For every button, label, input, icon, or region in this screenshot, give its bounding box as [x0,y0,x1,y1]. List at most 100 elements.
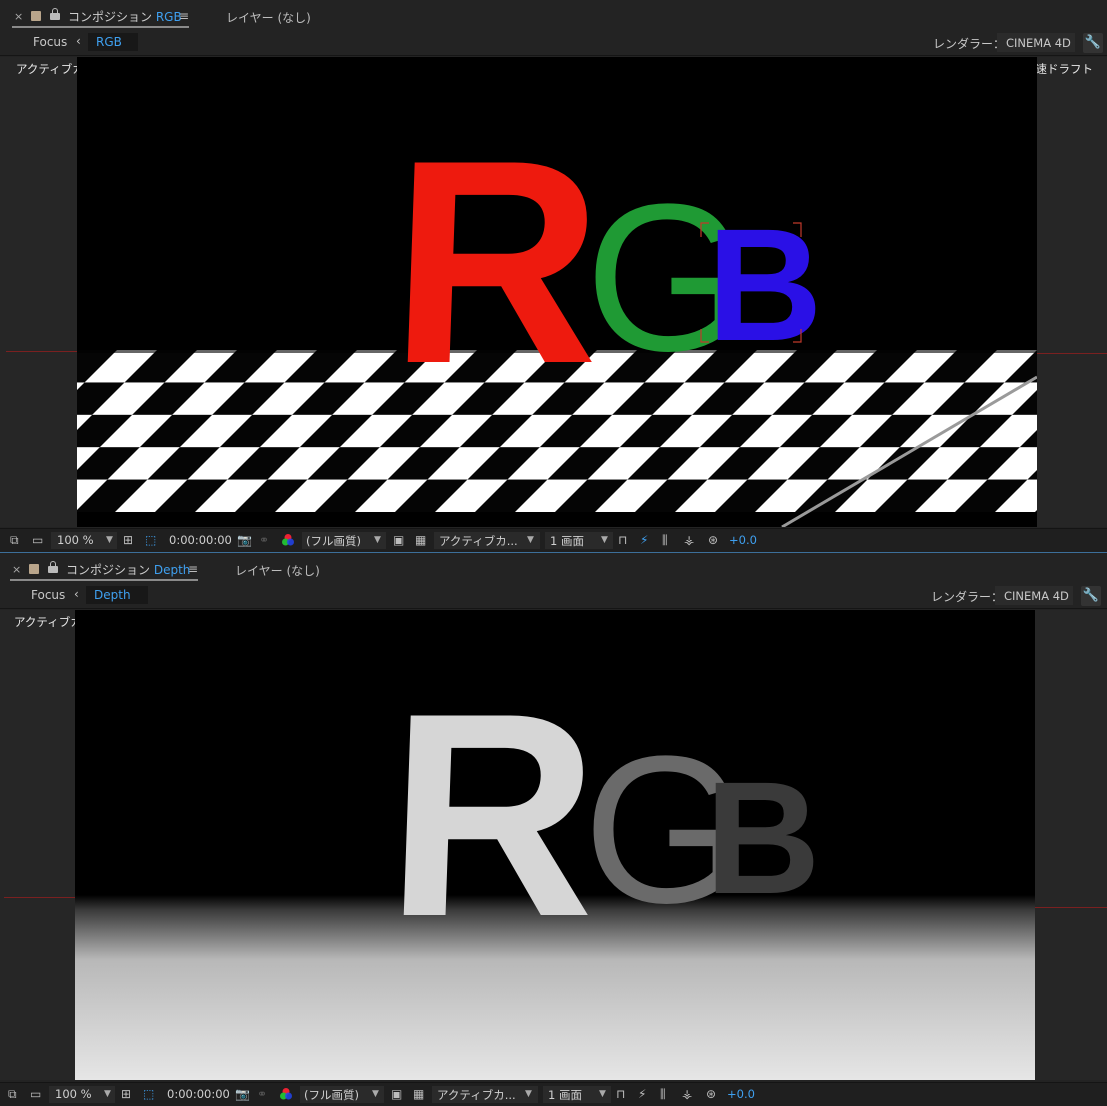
renderer-select[interactable]: CINEMA 4D [995,586,1073,605]
tab-prefix: コンポジション [66,563,154,577]
render-canvas: R G B [75,610,1035,1080]
active-tab-underline [12,26,189,28]
viewer-status-bar: ⧉ ▭ 100 % ▼ ⊞ ⬚ 0:00:00:00 📷 ⚭ (フル画質) ▼ … [0,528,1107,552]
camera-snapshot-icon[interactable]: 📷 [237,533,252,547]
camera-view-value: アクティブカ... [437,1088,516,1102]
camera-view-value: アクティブカ... [439,534,518,548]
view-layout-value: 1 画面 [550,534,584,548]
exposure-icon[interactable]: ⊛ [706,1087,716,1101]
breadcrumb-comp[interactable]: Depth [86,586,148,604]
composition-panel-rgb: × コンポジション RGB ≡ レイヤー (なし) Focus ‹ RGB レン… [0,0,1107,553]
guide-line-right [1037,353,1107,354]
chevron-down-icon: ▼ [601,535,608,545]
composition-viewer[interactable]: アクティブカメラ 高速ドラフト R G B [0,57,1107,527]
guide-line-left [6,351,77,352]
tab-comp-name: RGB [155,10,182,24]
panel-menu-icon[interactable]: ≡ [179,9,189,23]
mask-visibility-icon[interactable]: ⬚ [143,1087,154,1101]
depth-render: R G B [75,653,1035,1080]
chevron-left-icon[interactable]: ‹ [76,34,81,48]
grid-guide-icon[interactable]: ⊞ [123,533,133,547]
active-tab-underline [10,579,198,581]
toggle-pixel-aspect-icon[interactable]: ⊓ [616,1087,625,1101]
rgb-render: R G B [77,100,1037,527]
wrench-icon[interactable]: 🔧 [1081,586,1101,606]
camera-snapshot-icon[interactable]: 📷 [235,1087,250,1101]
composition-panel-depth: × コンポジション Depth ≡ レイヤー (なし) Focus ‹ Dept… [0,553,1107,1106]
chevron-down-icon: ▼ [372,1089,379,1099]
chevron-left-icon[interactable]: ‹ [74,587,79,601]
viewer-status-bar: ⧉ ▭ 100 % ▼ ⊞ ⬚ 0:00:00:00 📷 ⚭ (フル画質) ▼ … [0,1082,1107,1106]
letter-r: R [382,653,603,977]
tab-composition-rgb[interactable]: コンポジション RGB [68,8,182,25]
transparency-grid-icon[interactable]: ▦ [415,533,426,547]
flowchart-icon[interactable]: ⚶ [682,1087,692,1101]
renderer-select[interactable]: CINEMA 4D [997,33,1075,52]
label-color-swatch[interactable] [31,11,41,21]
mask-visibility-icon[interactable]: ⬚ [145,533,156,547]
focus-bar: Focus ‹ Depth レンダラー： CINEMA 4D 🔧 [0,583,1107,609]
renderer-label: レンダラー： [933,37,1006,51]
always-preview-icon[interactable]: ⧉ [8,1087,17,1102]
grid-guide-icon[interactable]: ⊞ [121,1087,131,1101]
monitor-icon[interactable]: ▭ [30,1087,41,1101]
timecode[interactable]: 0:00:00:00 [169,533,232,547]
color-channels-icon[interactable] [279,1087,293,1104]
fast-previews-icon[interactable]: ⚡ [640,533,648,547]
close-tab-icon[interactable]: × [14,10,23,23]
panel-tab-bar: × コンポジション RGB ≡ レイヤー (なし) [0,4,1107,28]
always-preview-icon[interactable]: ⧉ [10,533,19,548]
letter-b: B [707,195,823,374]
chevron-down-icon: ▼ [525,1089,532,1099]
view-layout-value: 1 画面 [548,1088,582,1102]
renderer-label: レンダラー： [931,590,1004,604]
letter-b: B [705,748,821,927]
exposure-icon[interactable]: ⊛ [708,533,718,547]
tab-prefix: コンポジション [68,10,156,24]
chevron-down-icon: ▼ [527,535,534,545]
guide-line-right [1035,907,1107,908]
focus-label: Focus [31,588,66,602]
region-of-interest-icon[interactable]: ▣ [393,533,404,547]
resolution-value: (フル画質) [304,1088,359,1102]
composition-viewer[interactable]: アクティブカメラ R G B [0,610,1107,1080]
lock-icon[interactable] [50,8,60,20]
breadcrumb-comp[interactable]: RGB [88,33,138,51]
guide-line-left [4,897,75,898]
flowchart-icon[interactable]: ⚶ [684,533,694,547]
region-of-interest-icon[interactable]: ▣ [391,1087,402,1101]
focus-label: Focus [33,35,68,49]
resolution-value: (フル画質) [306,534,361,548]
toggle-pixel-aspect-icon[interactable]: ⊓ [618,533,627,547]
timecode[interactable]: 0:00:00:00 [167,1087,230,1101]
fast-previews-icon[interactable]: ⚡ [638,1087,646,1101]
show-snapshot-icon[interactable]: ⚭ [257,1087,267,1101]
wrench-icon[interactable]: 🔧 [1083,33,1103,53]
focus-bar: Focus ‹ RGB レンダラー： CINEMA 4D 🔧 [0,30,1107,56]
chevron-down-icon: ▼ [104,1089,111,1099]
tab-composition-depth[interactable]: コンポジション Depth [66,561,190,578]
render-canvas: R G B [77,57,1037,527]
panel-menu-icon[interactable]: ≡ [188,562,198,576]
zoom-value: 100 % [57,533,94,547]
tab-layer[interactable]: レイヤー (なし) [235,562,320,579]
tab-layer[interactable]: レイヤー (なし) [226,9,311,26]
panel-tab-bar: × コンポジション Depth ≡ レイヤー (なし) [0,557,1107,581]
exposure-value[interactable]: +0.0 [729,533,757,547]
timeline-icon[interactable]: ⫼ [662,533,668,548]
chevron-down-icon: ▼ [374,535,381,545]
timeline-icon[interactable]: ⫼ [660,1087,666,1102]
lock-icon[interactable] [48,561,58,573]
chevron-down-icon: ▼ [106,535,113,545]
letter-r: R [386,100,607,424]
zoom-value: 100 % [55,1087,92,1101]
color-channels-icon[interactable] [281,533,295,550]
monitor-icon[interactable]: ▭ [32,533,43,547]
show-snapshot-icon[interactable]: ⚭ [259,533,269,547]
exposure-value[interactable]: +0.0 [727,1087,755,1101]
transparency-grid-icon[interactable]: ▦ [413,1087,424,1101]
chevron-down-icon: ▼ [599,1089,606,1099]
close-tab-icon[interactable]: × [12,563,21,576]
label-color-swatch[interactable] [29,564,39,574]
tab-comp-name: Depth [153,563,191,577]
